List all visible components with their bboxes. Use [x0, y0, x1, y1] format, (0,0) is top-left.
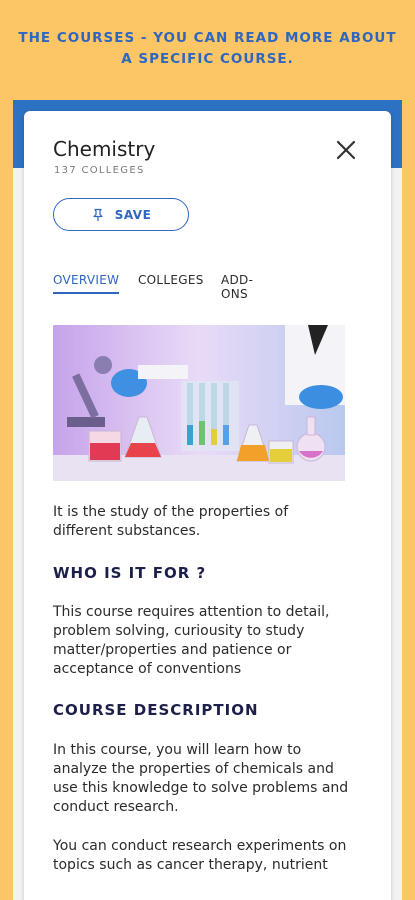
phone-screen: Chemistry 137 COLLEGES SAVE OVERVIEW COL…	[13, 100, 402, 900]
description-line: conduct research.	[53, 799, 179, 815]
course-hero-image	[53, 325, 345, 481]
who-line: problem solving, curiousity to study	[53, 623, 305, 639]
course-description-text-2: You can conduct research experiments on …	[53, 837, 373, 875]
save-button-label: SAVE	[114, 207, 152, 222]
description-line: analyze the properties of chemicals and	[53, 761, 334, 777]
tab-colleges[interactable]: COLLEGES	[138, 273, 204, 292]
who-is-it-for-heading: WHO IS IT FOR ?	[53, 564, 207, 582]
pin-icon	[93, 208, 103, 221]
tab-overview[interactable]: OVERVIEW	[53, 273, 120, 294]
course-title: Chemistry	[53, 137, 156, 161]
tab-add-ons[interactable]: ADD-ONS	[221, 273, 254, 306]
close-button[interactable]	[332, 136, 360, 164]
course-description-text: In this course, you will learn how to an…	[53, 741, 373, 817]
who-is-it-for-text: This course requires attention to detail…	[53, 603, 373, 679]
banner-line-2: A SPECIFIC COURSE.	[121, 51, 294, 67]
course-intro: It is the study of the properties of dif…	[53, 503, 373, 541]
who-line: matter/properties and patience or	[53, 642, 292, 658]
save-button[interactable]: SAVE	[53, 198, 189, 231]
intro-line: It is the study of the properties of	[53, 504, 289, 520]
intro-line: different substances.	[53, 523, 201, 539]
banner-line-1: THE COURSES - YOU CAN READ MORE ABOUT	[18, 30, 397, 46]
course-description-heading: COURSE DESCRIPTION	[53, 701, 259, 719]
description-line: topics such as cancer therapy, nutrient	[53, 857, 328, 873]
description-line: use this knowledge to solve problems and	[53, 780, 349, 796]
course-detail-sheet: Chemistry 137 COLLEGES SAVE OVERVIEW COL…	[24, 111, 391, 900]
who-line: This course requires attention to detail…	[53, 604, 330, 620]
description-line: You can conduct research experiments on	[53, 838, 347, 854]
promo-banner: THE COURSES - YOU CAN READ MORE ABOUT A …	[0, 28, 415, 70]
who-line: acceptance of conventions	[53, 661, 242, 677]
description-line: In this course, you will learn how to	[53, 742, 302, 758]
close-icon	[336, 140, 356, 160]
college-count: 137 COLLEGES	[54, 165, 145, 176]
